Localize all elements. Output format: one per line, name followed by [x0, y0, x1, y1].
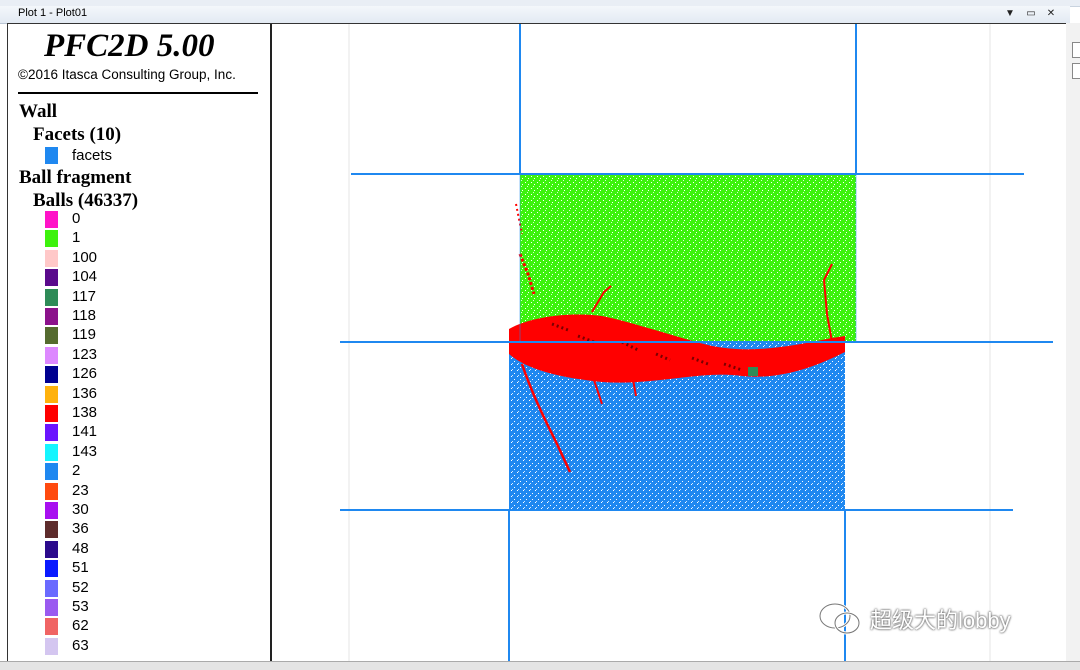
- ball-fragment-heading: Ball fragment: [19, 167, 132, 188]
- ball-label: 138: [72, 404, 98, 421]
- ball-label: 141: [72, 423, 98, 441]
- close-icon[interactable]: ✕: [1044, 7, 1058, 21]
- ball-label: 104: [72, 268, 98, 286]
- ball-swatch: [45, 366, 58, 384]
- ball-swatch: [45, 579, 58, 597]
- ball-swatch: [45, 308, 58, 325]
- ball-swatch: [45, 346, 58, 364]
- window-title: Plot 1 - Plot01: [18, 7, 88, 19]
- ball-swatch: [45, 249, 58, 267]
- ball-swatch: [45, 521, 58, 539]
- copyright-text: ©2016 Itasca Consulting Group, Inc.: [18, 67, 236, 82]
- right-scroll-edge: [1066, 23, 1080, 663]
- ball-label: 118: [72, 307, 96, 324]
- ball-swatch: [45, 599, 58, 616]
- ball-swatch: [45, 424, 58, 442]
- ball-label: 53: [72, 598, 89, 615]
- ball-label: 48: [72, 539, 89, 557]
- ball-label: 36: [72, 520, 89, 538]
- ball-swatch: [45, 405, 58, 422]
- ball-label: 143: [72, 442, 98, 460]
- ball-label: 23: [72, 481, 89, 499]
- fragment-117: [748, 367, 758, 376]
- ball-swatch: [45, 327, 58, 345]
- ball-swatch: [45, 482, 58, 500]
- ball-label: 136: [72, 384, 98, 402]
- ball-swatch: [45, 269, 58, 287]
- ball-label: 62: [72, 617, 89, 635]
- facets-swatch: [45, 147, 58, 164]
- side-control[interactable]: [1072, 63, 1080, 79]
- ball-label: 2: [72, 462, 81, 480]
- balls-heading: Balls (46337): [33, 190, 139, 211]
- ball-swatch: [45, 463, 58, 481]
- plot-titlebar: Plot 1 - Plot01 ▼ ▭ ✕: [0, 6, 1070, 24]
- ball-label: 63: [72, 636, 89, 654]
- ball-label: 123: [72, 345, 98, 363]
- ball-swatch: [45, 211, 58, 228]
- ball-label: 100: [72, 248, 98, 266]
- ball-swatch: [45, 230, 58, 248]
- ball-swatch: [45, 540, 58, 558]
- watermark-text: 超级大的lobby: [870, 608, 1011, 633]
- facets-heading: Facets (10): [33, 124, 122, 145]
- ball-swatch: [45, 288, 58, 306]
- ball-label: 51: [72, 559, 89, 577]
- facets-label: facets: [72, 147, 113, 164]
- restore-icon[interactable]: ▭: [1024, 7, 1038, 21]
- plot-frame: PFC2D 5.00 ©2016 Itasca Consulting Group…: [7, 23, 1067, 663]
- dropdown-icon[interactable]: ▼: [1003, 7, 1017, 21]
- ball-label: 117: [72, 287, 96, 305]
- side-control[interactable]: [1072, 42, 1080, 58]
- wall-heading: Wall: [19, 101, 58, 122]
- ball-label: 0: [72, 210, 81, 227]
- ball-swatch: [45, 443, 58, 461]
- ball-label: 126: [72, 365, 98, 383]
- ball-label: 1: [72, 229, 81, 247]
- brand-title: PFC2D 5.00: [44, 28, 215, 64]
- ball-swatch: [45, 560, 58, 578]
- ball-label: 30: [72, 501, 89, 518]
- ball-swatch: [45, 618, 58, 636]
- legend-divider: [18, 92, 258, 94]
- ball-swatch: [45, 502, 58, 519]
- legend-panel: PFC2D 5.00 ©2016 Itasca Consulting Group…: [8, 24, 272, 662]
- ball-swatch: [45, 385, 58, 403]
- wechat-icon: [818, 602, 861, 635]
- plot-area[interactable]: [272, 24, 1066, 662]
- ball-swatch: [45, 637, 58, 655]
- ball-label: 119: [72, 326, 96, 344]
- ball-label: 52: [72, 578, 89, 596]
